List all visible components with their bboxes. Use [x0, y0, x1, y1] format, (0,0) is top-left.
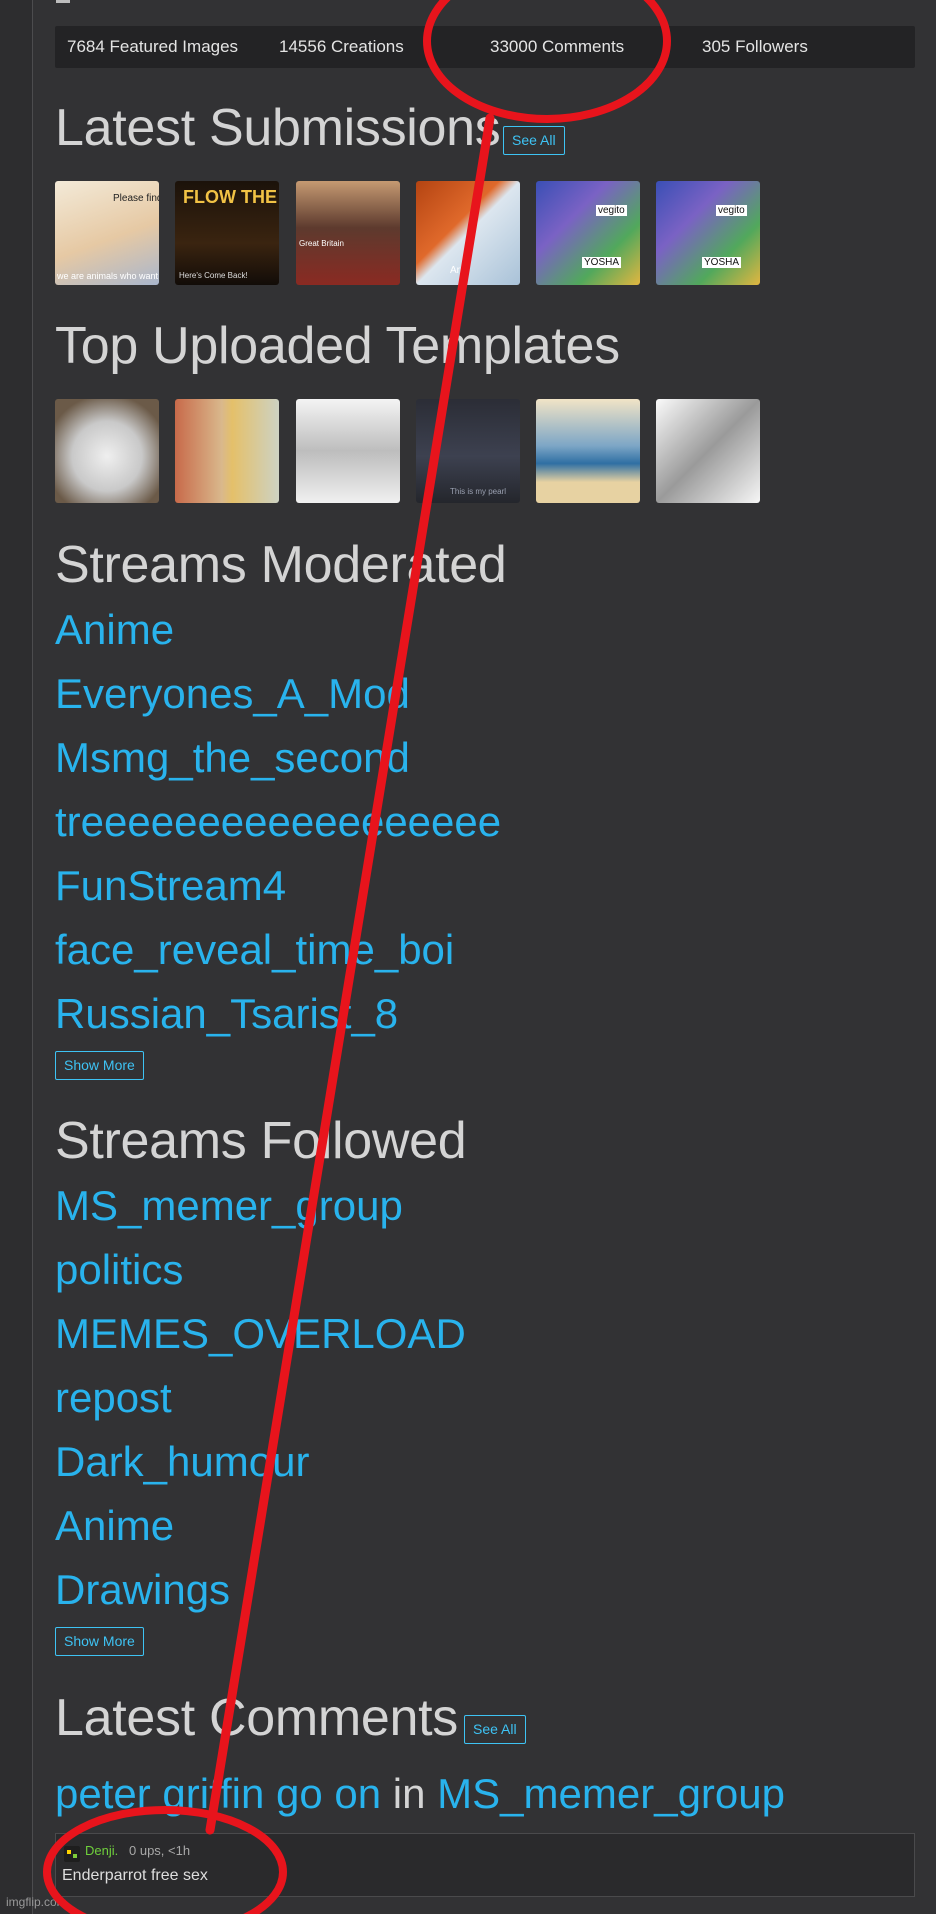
submission-thumbnail[interactable]: FLOW THE COVER Here's Come Back!	[175, 181, 279, 285]
submission-thumbnail[interactable]: vegito YOSHA	[536, 181, 640, 285]
moderated-stream-link[interactable]: Msmg_the_second	[55, 734, 410, 782]
thumbnail-caption: Please find me	[113, 193, 159, 204]
thumbnail-caption: vegito	[596, 205, 627, 216]
comments-see-all-button[interactable]: See All	[464, 1715, 526, 1744]
comment-post-line: peter griffin go on in MS_memer_group	[55, 1770, 785, 1818]
stat-followers: 305 Followers	[702, 37, 808, 56]
followed-stream-link[interactable]: Drawings	[55, 1566, 230, 1614]
stats-bar: 7684 Featured Images 14556 Creations 330…	[55, 26, 915, 68]
moderated-stream-link[interactable]: Russian_Tsarist_8	[55, 990, 398, 1038]
stat-comments: 33000 Comments	[490, 37, 625, 56]
submissions-see-all-button[interactable]: See All	[503, 126, 565, 155]
moderated-stream-link[interactable]: treeeeeeeeeeeeeeeeee	[55, 798, 501, 846]
followed-show-more-button[interactable]: Show More	[55, 1627, 144, 1656]
followed-stream-link[interactable]: MS_memer_group	[55, 1182, 403, 1230]
followed-stream-link[interactable]: Dark_humour	[55, 1438, 309, 1486]
comment-meta: 0 ups, <1h	[129, 1843, 191, 1858]
comment-in-word: in	[392, 1770, 426, 1817]
latest-submissions-heading: Latest Submissions	[55, 99, 501, 157]
thumbnail-caption: vegito	[716, 205, 747, 216]
moderated-stream-link[interactable]: Everyones_A_Mod	[55, 670, 410, 718]
left-sidebar-edge	[0, 0, 33, 1914]
thumbnail-caption: YOSHA	[702, 257, 742, 268]
stat-creations: 14556 Creations	[279, 37, 404, 56]
submission-thumbnail[interactable]: Arm	[416, 181, 520, 285]
template-thumbnail[interactable]	[175, 399, 279, 503]
moderated-stream-link[interactable]: Anime	[55, 606, 174, 654]
thumbnail-caption: YOSHA	[582, 257, 622, 268]
comment-stream-link[interactable]: MS_memer_group	[437, 1770, 785, 1817]
thumbnail-caption: This is my pearl	[450, 487, 507, 496]
submission-thumbnail[interactable]: vegito YOSHA	[656, 181, 760, 285]
top-edge-mark	[56, 0, 70, 3]
thumbnail-caption: we are animals who want it	[57, 271, 159, 281]
followed-stream-link[interactable]: politics	[55, 1246, 183, 1294]
streams-followed-heading: Streams Followed	[55, 1112, 467, 1170]
thumbnail-caption: Great Britain	[299, 239, 344, 248]
comment-post-title-link[interactable]: peter griffin go on	[55, 1770, 381, 1817]
moderated-stream-link[interactable]: FunStream4	[55, 862, 286, 910]
latest-comments-heading: Latest Comments	[55, 1689, 458, 1747]
submission-thumbnail[interactable]: Great Britain	[296, 181, 400, 285]
followed-stream-link[interactable]: Anime	[55, 1502, 174, 1550]
thumbnail-caption: Here's Come Back!	[179, 271, 248, 280]
template-thumbnail[interactable]	[656, 399, 760, 503]
followed-stream-link[interactable]: repost	[55, 1374, 172, 1422]
comment-text: Enderparrot free sex	[62, 1867, 208, 1884]
comment-username[interactable]: Denji.	[85, 1843, 118, 1858]
comment-card: Denji. 0 ups, <1h Enderparrot free sex	[55, 1833, 915, 1897]
top-templates-heading: Top Uploaded Templates	[55, 317, 620, 375]
thumbnail-caption: Arm	[450, 265, 469, 276]
followed-stream-link[interactable]: MEMES_OVERLOAD	[55, 1310, 466, 1358]
template-thumbnail[interactable]	[55, 399, 159, 503]
imgflip-watermark: imgflip.com	[6, 1895, 67, 1909]
top-templates-thumbnails: This is my pearl	[55, 399, 915, 504]
template-thumbnail[interactable]	[536, 399, 640, 503]
thumbnail-caption: FLOW THE COVER	[183, 187, 279, 207]
streams-moderated-heading: Streams Moderated	[55, 536, 507, 594]
template-thumbnail[interactable]	[296, 399, 400, 503]
template-thumbnail[interactable]: This is my pearl	[416, 399, 520, 503]
latest-submissions-thumbnails: Please find me we are animals who want i…	[55, 181, 915, 286]
moderated-show-more-button[interactable]: Show More	[55, 1051, 144, 1080]
submission-thumbnail[interactable]: Please find me we are animals who want i…	[55, 181, 159, 285]
moderated-stream-link[interactable]: face_reveal_time_boi	[55, 926, 454, 974]
stat-featured-images: 7684 Featured Images	[67, 37, 239, 56]
user-avatar-icon[interactable]	[64, 1846, 80, 1862]
